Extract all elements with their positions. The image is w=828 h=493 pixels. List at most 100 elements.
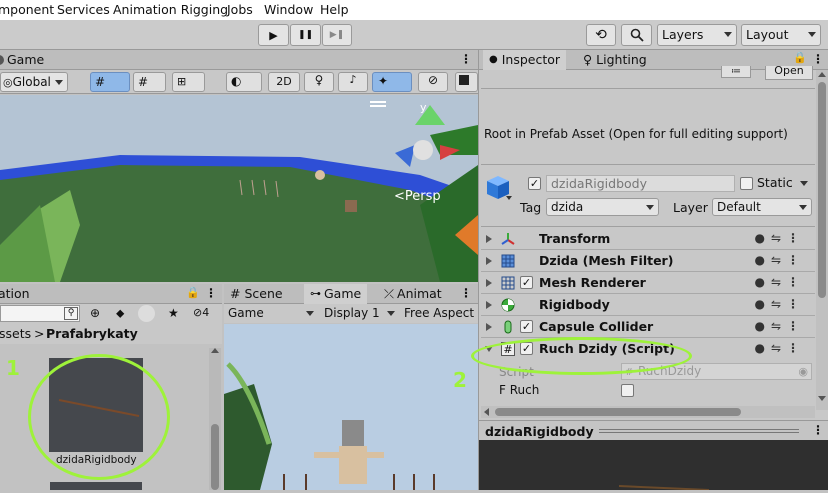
- 2d-toggle[interactable]: 2D: [268, 72, 300, 92]
- help-icon[interactable]: ●: [754, 253, 770, 267]
- pause-button[interactable]: ❚❚: [290, 24, 321, 46]
- list-icon-button[interactable]: ≔: [721, 66, 751, 78]
- tab-lighting[interactable]: ♀ Lighting: [583, 50, 647, 70]
- layer-dropdown[interactable]: Default: [712, 198, 812, 216]
- object-picker-icon[interactable]: ◉: [798, 364, 808, 379]
- breadcrumb-assets[interactable]: ssets: [0, 326, 31, 341]
- visibility-toggle[interactable]: ⊘: [418, 72, 448, 92]
- search-scope-icon[interactable]: [138, 305, 155, 322]
- game-viewport[interactable]: [224, 324, 478, 490]
- layers-dropdown[interactable]: Layers: [657, 24, 737, 46]
- preset-icon[interactable]: ⇋: [771, 341, 787, 355]
- game-mode-dropdown[interactable]: Game: [228, 306, 264, 320]
- layout-dropdown[interactable]: Layout: [741, 24, 821, 46]
- component-enabled-checkbox[interactable]: ✓: [520, 320, 533, 333]
- tab-game-bottom[interactable]: ⊶ Game: [304, 284, 368, 304]
- menu-animation-rigging[interactable]: Animation Rigging: [113, 2, 228, 17]
- menu-jobs[interactable]: Jobs: [227, 2, 253, 17]
- more-options-icon[interactable]: ⋮: [205, 286, 217, 300]
- tab-animation[interactable]: ation: [0, 284, 30, 304]
- step-button[interactable]: ▶❚: [322, 24, 352, 46]
- more-options-icon[interactable]: ⋮: [787, 275, 805, 289]
- chevron-down-icon[interactable]: [800, 181, 808, 186]
- help-icon[interactable]: ●: [754, 341, 770, 355]
- preset-icon[interactable]: ⇋: [771, 253, 787, 267]
- tag-dropdown[interactable]: dzida: [546, 198, 659, 216]
- asset-thumbnail-next[interactable]: [50, 482, 142, 490]
- more-options-icon[interactable]: ⋮: [460, 52, 472, 66]
- lighting-toggle[interactable]: ♀: [304, 72, 334, 92]
- f-ruch-checkbox[interactable]: [621, 384, 634, 397]
- preset-icon[interactable]: ⇋: [771, 275, 787, 289]
- grid-snap-toggle[interactable]: #: [90, 72, 130, 92]
- tab-inspector[interactable]: ● Inspector: [483, 50, 567, 70]
- tab-game[interactable]: Game: [0, 50, 44, 70]
- more-options-icon[interactable]: ⋮: [787, 319, 805, 333]
- menu-help[interactable]: Help: [320, 2, 349, 17]
- scrollbar-thumb[interactable]: [211, 424, 219, 490]
- menu-component[interactable]: mponent: [0, 2, 54, 17]
- persp-label[interactable]: <Persp: [394, 189, 441, 204]
- component-row[interactable]: Rigidbody ●⇋⋮: [481, 294, 815, 316]
- breadcrumb-folder[interactable]: Prafabrykaty: [46, 326, 138, 341]
- chevron-down-icon[interactable]: [506, 196, 512, 200]
- more-options-icon[interactable]: ⋮: [787, 253, 805, 267]
- expand-icon[interactable]: [486, 323, 492, 331]
- help-icon[interactable]: ●: [754, 231, 770, 245]
- tab-animator[interactable]: ⤫ Animat: [384, 284, 442, 304]
- component-row[interactable]: Dzida (Mesh Filter) ●⇋⋮: [481, 250, 815, 272]
- component-enabled-checkbox[interactable]: ✓: [520, 276, 533, 289]
- lock-icon[interactable]: 🔒: [793, 51, 807, 64]
- scroll-up-icon[interactable]: [818, 72, 826, 77]
- menu-window[interactable]: Window: [264, 2, 313, 17]
- scroll-up-icon[interactable]: [211, 348, 219, 353]
- preview-header[interactable]: dzidaRigidbody ⋮: [479, 420, 828, 440]
- expand-icon[interactable]: [486, 235, 492, 243]
- menu-services[interactable]: Services: [57, 2, 110, 17]
- expand-icon[interactable]: [486, 301, 492, 309]
- filter-type-icon[interactable]: ⊕: [90, 306, 100, 320]
- preset-icon[interactable]: ⇋: [771, 297, 787, 311]
- audio-toggle[interactable]: ♪: [338, 72, 368, 92]
- more-options-icon[interactable]: ⋮: [460, 286, 472, 300]
- project-search-input[interactable]: ⚲: [0, 305, 80, 322]
- scrollbar-thumb[interactable]: [495, 408, 741, 416]
- component-row[interactable]: ✓ Mesh Renderer ●⇋⋮: [481, 272, 815, 294]
- scene-viewport[interactable]: y <Persp: [0, 95, 478, 282]
- shading-mode[interactable]: ◐: [226, 72, 262, 92]
- increment-snap[interactable]: ⊞: [172, 72, 205, 92]
- more-options-icon[interactable]: ⋮: [812, 423, 824, 437]
- more-options-icon[interactable]: ⋮: [787, 297, 805, 311]
- drag-handle-icon[interactable]: [599, 429, 799, 433]
- tab-scene[interactable]: # Scene: [230, 284, 283, 304]
- active-checkbox[interactable]: ✓: [528, 177, 541, 190]
- lock-icon[interactable]: 🔒: [186, 286, 200, 299]
- effects-toggle[interactable]: ✦: [372, 72, 412, 92]
- aspect-dropdown[interactable]: Free Aspect: [404, 306, 474, 320]
- inspector-vscrollbar[interactable]: [816, 70, 828, 410]
- preview-area[interactable]: [479, 440, 828, 491]
- expand-icon[interactable]: [486, 279, 492, 287]
- camera-toggle[interactable]: [455, 72, 478, 92]
- help-icon[interactable]: ●: [754, 275, 770, 289]
- play-button[interactable]: ▶: [258, 24, 289, 46]
- display-dropdown[interactable]: Display 1: [324, 306, 380, 320]
- label-icon[interactable]: ⬥: [116, 306, 124, 321]
- expand-icon[interactable]: [486, 257, 492, 265]
- search-icon[interactable]: [621, 24, 652, 46]
- more-options-icon[interactable]: ⋮: [787, 341, 805, 355]
- component-row[interactable]: ✓ Capsule Collider ●⇋⋮: [481, 316, 815, 338]
- help-icon[interactable]: ●: [754, 297, 770, 311]
- scrollbar-thumb[interactable]: [818, 82, 826, 298]
- more-options-icon[interactable]: ⋮: [812, 52, 824, 66]
- object-name-field[interactable]: dzidaRigidbody: [546, 175, 735, 192]
- inspector-hscrollbar[interactable]: [481, 406, 815, 418]
- preset-icon[interactable]: ⇋: [771, 319, 787, 333]
- hidden-count-badge[interactable]: ⊘4: [193, 306, 209, 319]
- project-scrollbar[interactable]: [209, 348, 221, 490]
- component-row[interactable]: Transform ●⇋⋮: [481, 228, 815, 250]
- scroll-down-icon[interactable]: [818, 396, 826, 401]
- scroll-left-icon[interactable]: [484, 408, 489, 416]
- help-icon[interactable]: ●: [754, 319, 770, 333]
- favorite-icon[interactable]: ★: [168, 306, 179, 320]
